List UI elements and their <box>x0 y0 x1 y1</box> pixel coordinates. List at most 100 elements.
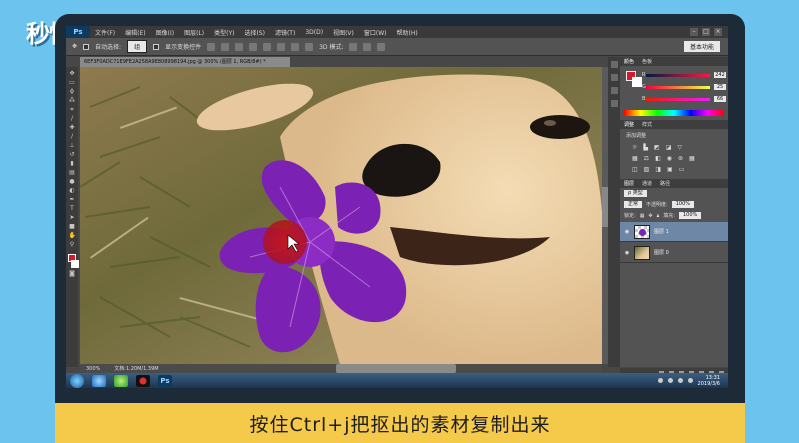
align-center-icon[interactable] <box>263 42 272 51</box>
volume-icon[interactable] <box>687 378 693 383</box>
layer-filter-dropdown[interactable]: ρ 类型 <box>624 190 647 197</box>
eraser-icon[interactable]: ▮ <box>69 160 76 167</box>
b-value[interactable]: 66 <box>714 96 726 102</box>
gradient-map-icon[interactable]: ▭ <box>679 166 685 173</box>
menu-select[interactable]: 选择(S) <box>239 28 270 37</box>
tab-channels[interactable]: 通道 <box>642 180 652 187</box>
paragraph-panel-icon[interactable] <box>610 100 618 107</box>
network-icon[interactable] <box>677 378 683 383</box>
tray-icon[interactable] <box>657 378 663 383</box>
stamp-icon[interactable]: ⊥ <box>69 142 76 149</box>
lock-all-icon[interactable]: 🔒︎ <box>657 213 660 219</box>
document-canvas[interactable] <box>80 67 602 364</box>
quick-mask-icon[interactable]: ◙ <box>69 270 76 277</box>
threshold-icon[interactable]: ◨ <box>655 166 661 173</box>
visibility-eye-icon[interactable]: ◉ <box>624 250 630 256</box>
layer-row-0[interactable]: ◉ 图层 0 <box>620 243 728 263</box>
eyedropper-icon[interactable]: / <box>69 115 76 122</box>
color-spectrum-bar[interactable] <box>624 110 724 116</box>
character-panel-icon[interactable] <box>610 87 618 94</box>
align-left-icon[interactable] <box>249 42 258 51</box>
exposure-icon[interactable]: ◪ <box>666 144 672 151</box>
3d-rotate-icon[interactable] <box>349 42 358 51</box>
tab-layers[interactable]: 图层 <box>624 180 634 187</box>
bw-icon[interactable]: ◧ <box>655 155 661 162</box>
menu-help[interactable]: 帮助(H) <box>392 28 423 37</box>
photoshop-taskbar-button[interactable]: Ps <box>158 374 172 387</box>
align-right-icon[interactable] <box>277 42 286 51</box>
shape-icon[interactable]: ■ <box>69 223 76 230</box>
document-tab[interactable]: 6EF3F0ADC71E9FE2A258A9E808998194.jpg @ 3… <box>80 57 290 67</box>
align-bottom-icon[interactable] <box>235 42 244 51</box>
menu-view[interactable]: 视图(V) <box>328 28 359 37</box>
lookup-icon[interactable]: ▦ <box>689 155 695 162</box>
path-select-icon[interactable]: ➤ <box>69 214 76 221</box>
healing-icon[interactable]: ✚ <box>69 124 76 131</box>
tray-icon[interactable] <box>667 378 673 383</box>
photo-filter-icon[interactable]: ◉ <box>667 155 672 162</box>
g-value[interactable]: 25 <box>714 84 726 90</box>
hue-icon[interactable]: ▦ <box>632 155 638 162</box>
balance-icon[interactable]: ⚖ <box>644 155 649 162</box>
3d-pan-icon[interactable] <box>377 42 386 51</box>
background-color-swatch[interactable] <box>71 260 79 268</box>
levels-icon[interactable]: ▙ <box>643 144 648 151</box>
menu-filter[interactable]: 滤镜(T) <box>270 28 300 37</box>
auto-select-checkbox[interactable] <box>83 43 90 50</box>
mixer-icon[interactable]: ⊛ <box>678 155 683 162</box>
menu-3d[interactable]: 3D(D) <box>300 29 328 36</box>
vibrance-icon[interactable]: ▽ <box>677 144 682 151</box>
lasso-icon[interactable]: ϕ <box>69 88 76 95</box>
menu-image[interactable]: 图像(I) <box>151 28 179 37</box>
zoom-level[interactable]: 300% <box>86 366 100 372</box>
brush-icon[interactable]: ∕ <box>69 133 76 140</box>
opacity-field[interactable]: 100% <box>671 201 694 208</box>
fill-field[interactable]: 100% <box>678 212 702 219</box>
tab-styles[interactable]: 样式 <box>642 121 652 128</box>
360-browser-icon[interactable] <box>114 374 128 387</box>
visibility-eye-icon[interactable]: ◉ <box>624 229 630 235</box>
distribute-icon[interactable] <box>291 42 300 51</box>
brightness-icon[interactable]: ☼ <box>632 144 637 151</box>
tab-paths[interactable]: 路径 <box>660 180 670 187</box>
g-slider[interactable] <box>646 86 710 89</box>
lock-position-icon[interactable]: ✥ <box>648 213 652 219</box>
workspace-dropdown[interactable]: 基本功能 <box>683 41 720 52</box>
show-transform-checkbox[interactable] <box>153 43 160 50</box>
tab-color[interactable]: 颜色 <box>624 58 634 65</box>
dodge-icon[interactable]: ◐ <box>69 187 76 194</box>
recorder-icon[interactable] <box>136 374 150 387</box>
hand-icon[interactable]: ✋ <box>69 232 76 239</box>
pen-icon[interactable]: ✒ <box>69 196 76 203</box>
color-background-swatch[interactable] <box>632 77 642 87</box>
tab-adjustments[interactable]: 调整 <box>624 121 634 128</box>
move-tool-icon[interactable]: ✥ <box>72 43 77 50</box>
minimize-icon[interactable]: – <box>690 28 698 36</box>
r-value[interactable]: 242 <box>714 72 726 78</box>
maximize-icon[interactable]: □ <box>702 28 710 36</box>
crop-icon[interactable]: ⌗ <box>69 106 76 113</box>
menu-file[interactable]: 文件(F) <box>90 28 120 37</box>
history-brush-icon[interactable]: ↺ <box>69 151 76 158</box>
properties-panel-icon[interactable] <box>610 74 618 81</box>
magic-wand-icon[interactable]: ⁂ <box>69 97 76 104</box>
blur-icon[interactable]: ● <box>69 178 76 185</box>
invert-icon[interactable]: ◫ <box>632 166 638 173</box>
align-top-icon[interactable] <box>207 42 216 51</box>
ie-browser-icon[interactable] <box>92 374 106 387</box>
3d-roll-icon[interactable] <box>363 42 372 51</box>
zoom-icon[interactable]: ⚲ <box>69 241 76 248</box>
auto-select-dropdown[interactable]: 组 <box>127 40 148 53</box>
marquee-icon[interactable]: ▭ <box>69 79 76 86</box>
align-middle-icon[interactable] <box>221 42 230 51</box>
menu-edit[interactable]: 编辑(E) <box>120 28 150 37</box>
lock-pixels-icon[interactable]: ▦ <box>640 213 645 219</box>
layer-row-1[interactable]: ◉ 图层 1 <box>620 222 728 242</box>
selective-color-icon[interactable]: ▣ <box>667 166 673 173</box>
blend-mode-dropdown[interactable]: 正常 <box>624 201 643 208</box>
menu-window[interactable]: 窗口(W) <box>359 28 392 37</box>
menu-type[interactable]: 类型(Y) <box>209 28 239 37</box>
tab-swatches[interactable]: 色板 <box>642 58 652 65</box>
system-clock[interactable]: 13:31 2019/3/6 <box>698 375 720 387</box>
menu-layer[interactable]: 图层(L) <box>179 28 209 37</box>
